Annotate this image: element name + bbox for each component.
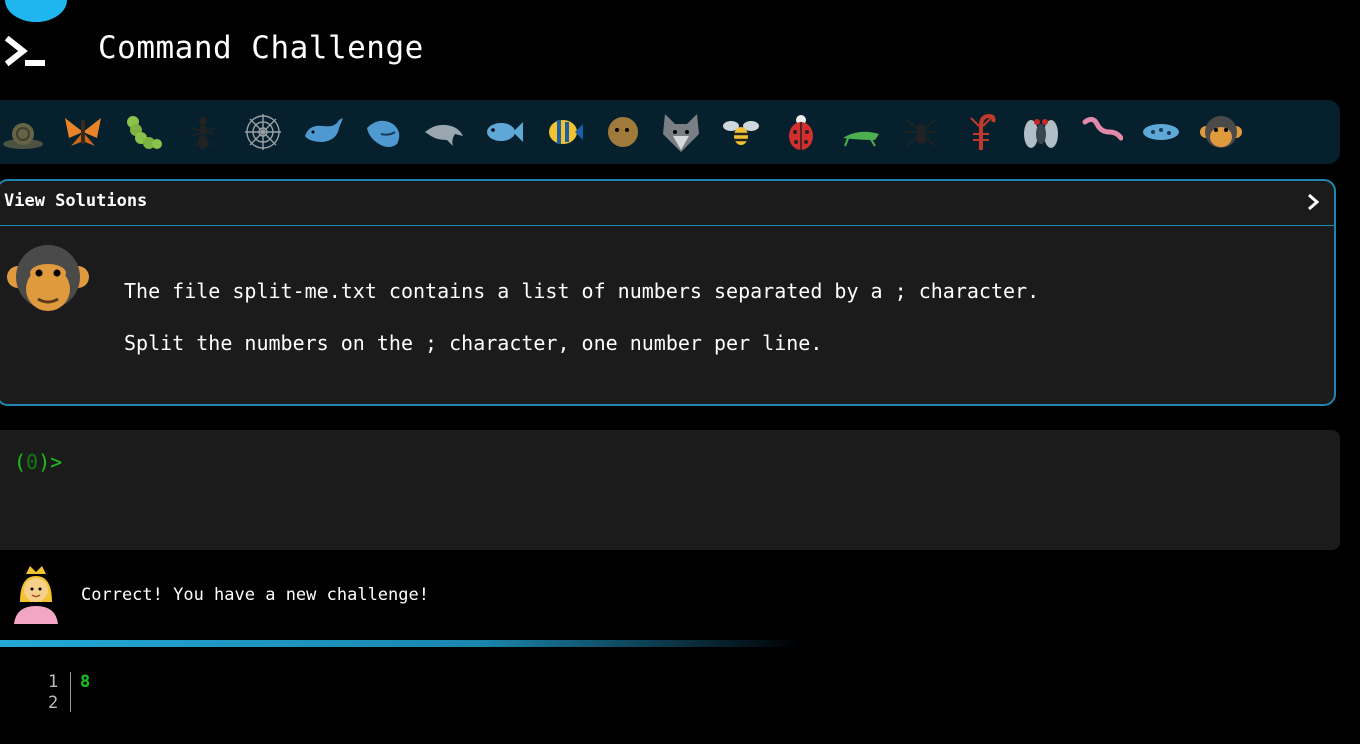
chevron-right-icon[interactable] [1302,191,1324,213]
worm-icon[interactable] [1074,106,1128,158]
wolf-icon[interactable] [654,106,708,158]
cricket-icon[interactable] [834,106,888,158]
microbe-icon[interactable] [1134,106,1188,158]
line-number: 2 [48,693,59,713]
output-line: 8 [80,672,91,692]
tropical-fish-icon[interactable] [536,106,590,158]
progress-divider [0,640,800,647]
terminal-prompt-icon[interactable] [5,36,49,70]
view-solutions-toggle[interactable]: View Solutions [0,181,1334,226]
whale-icon[interactable] [296,106,350,158]
spider-icon[interactable] [894,106,948,158]
terminal-prompt: (0)> [14,450,63,474]
dolphin-icon[interactable] [416,106,470,158]
spouting-whale-icon[interactable] [356,106,410,158]
monkey-face-icon[interactable] [1194,106,1248,158]
page-title: Command Challenge [98,30,424,66]
ladybug-icon[interactable] [774,106,828,158]
challenge-description-line1: The file split-me.txt contains a list of… [124,279,1040,303]
princess-icon [14,566,58,624]
fish-icon[interactable] [476,106,530,158]
bee-icon[interactable] [714,106,768,158]
terminal-input-area[interactable]: (0)> [0,430,1340,550]
scorpion-icon[interactable] [954,106,1008,158]
challenge-panel: View Solutions The file split-me.txt con… [0,179,1336,406]
line-number: 1 [48,672,59,692]
caterpillar-icon[interactable] [116,106,170,158]
challenge-progress-strip [0,100,1340,164]
snail-icon[interactable] [0,106,50,158]
blowfish-icon[interactable] [596,106,650,158]
prompt-count: 0 [26,450,39,474]
output-line-gutter: 1 2 [44,672,71,713]
challenge-description-line2: Split the numbers on the ; character, on… [124,331,823,355]
butterfly-icon[interactable] [56,106,110,158]
ant-icon[interactable] [176,106,230,158]
monkey-face-icon [7,245,89,311]
header-accent-arc [5,0,67,22]
spider-web-icon[interactable] [236,106,290,158]
feedback-message: Correct! You have a new challenge! [81,585,429,605]
fly-icon[interactable] [1014,106,1068,158]
view-solutions-label[interactable]: View Solutions [4,191,147,211]
